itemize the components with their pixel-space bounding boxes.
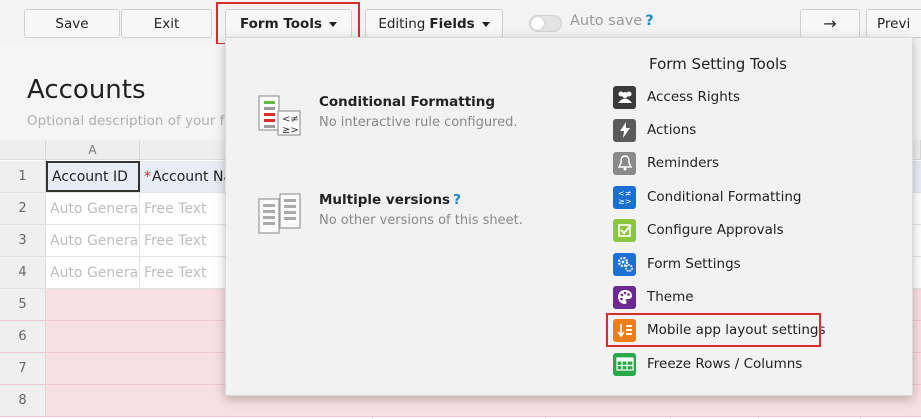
page-title[interactable]: Accounts — [27, 75, 146, 105]
table-cell[interactable]: Free Text — [140, 193, 230, 224]
tool-conditional-formatting[interactable]: <≠ ≥> Conditional Formatting — [611, 183, 821, 211]
table-cell[interactable]: Auto Generat — [46, 257, 140, 288]
row-number[interactable]: 8 — [0, 385, 46, 416]
row-number[interactable]: 7 — [0, 353, 46, 384]
feature-description: No interactive rule configured. — [319, 115, 518, 130]
row-number[interactable]: 2 — [0, 193, 46, 224]
corner-header — [0, 140, 46, 160]
tools-section-title: Form Setting Tools — [649, 55, 787, 73]
feature-name: Conditional Formatting — [319, 94, 496, 110]
row-number[interactable]: 5 — [0, 289, 46, 320]
required-marker: * — [144, 168, 151, 185]
row-number[interactable]: 1 — [0, 161, 46, 192]
preview-button[interactable]: Previ — [866, 9, 921, 38]
tool-reminders[interactable]: Reminders — [611, 149, 821, 177]
autosave-text: Auto save — [570, 13, 643, 29]
tool-label: Reminders — [647, 155, 719, 171]
tool-configure-approvals[interactable]: Configure Approvals — [611, 216, 821, 244]
editing-prefix: Editing — [378, 15, 426, 32]
gears-icon — [613, 252, 636, 276]
conditional-icon: <≠ ≥> — [613, 185, 636, 209]
feature-multiple-versions[interactable]: Multiple versions? No other versions of … — [256, 191, 586, 251]
tool-form-settings[interactable]: Form Settings — [611, 250, 821, 278]
form-tools-label: Form Tools — [239, 15, 322, 32]
tool-theme[interactable]: Theme — [611, 283, 821, 311]
toggle-knob — [531, 17, 544, 30]
tool-label: Actions — [647, 122, 697, 138]
form-tools-dropdown: <≠ ≥> Conditional Formatting No interact… — [225, 37, 913, 396]
mobile-layout-icon — [613, 318, 636, 342]
cell-account-id[interactable]: Account ID — [46, 161, 140, 192]
conditional-formatting-doc-icon: <≠ ≥> — [258, 95, 301, 136]
tool-actions[interactable]: Actions — [611, 116, 821, 144]
feature-conditional-formatting[interactable]: <≠ ≥> Conditional Formatting No interact… — [256, 93, 586, 153]
row-number[interactable]: 3 — [0, 225, 46, 256]
row-number[interactable]: 4 — [0, 257, 46, 288]
editing-bold: Fields — [429, 15, 475, 32]
palette-icon — [613, 285, 636, 309]
autosave-toggle[interactable] — [529, 15, 562, 32]
caret-down-icon — [481, 22, 490, 27]
exit-button[interactable]: Exit — [121, 9, 212, 38]
row-number[interactable]: 6 — [0, 321, 46, 352]
tool-label: Mobile app layout settings — [647, 322, 826, 338]
lightning-icon — [613, 118, 636, 142]
page-description[interactable]: Optional description of your fo — [27, 113, 233, 129]
help-icon[interactable]: ? — [453, 192, 461, 208]
table-cell[interactable]: Auto Generat — [46, 225, 140, 256]
column-header-a[interactable]: A — [46, 140, 140, 160]
editing-fields-button[interactable]: Editing Fields — [365, 9, 503, 38]
table-cell[interactable]: Free Text — [140, 225, 230, 256]
table-cell[interactable]: Free Text — [140, 257, 230, 288]
check-icon — [613, 218, 636, 242]
svg-text:<≠: <≠ — [282, 114, 299, 125]
tool-label: Access Rights — [647, 89, 741, 105]
cell-text: Account Na — [152, 168, 230, 185]
feature-name: Multiple versions? — [319, 192, 461, 208]
cell-account-name[interactable]: * Account Na — [140, 161, 230, 192]
tool-label: Freeze Rows / Columns — [647, 356, 803, 372]
tool-mobile-app-layout[interactable]: Mobile app layout settings — [611, 316, 826, 344]
svg-text:≥>: ≥> — [282, 125, 299, 136]
tool-label: Configure Approvals — [647, 222, 784, 238]
svg-text:≥>: ≥> — [618, 197, 631, 205]
table-cell[interactable]: Auto Generat — [46, 193, 140, 224]
users-icon — [613, 85, 636, 109]
tool-freeze-rows-columns[interactable]: Freeze Rows / Columns — [611, 350, 821, 378]
tool-label: Theme — [647, 289, 694, 305]
feature-description: No other versions of this sheet. — [319, 213, 523, 228]
feature-name-text: Multiple versions — [319, 192, 451, 208]
autosave-label: Auto save? — [570, 13, 654, 29]
help-icon[interactable]: ? — [645, 13, 653, 29]
column-header-b[interactable] — [140, 140, 230, 160]
save-button[interactable]: Save — [24, 9, 120, 38]
tool-label: Form Settings — [647, 256, 741, 272]
grid-icon — [613, 352, 636, 376]
tool-access-rights[interactable]: Access Rights — [611, 83, 821, 111]
bell-icon — [613, 151, 636, 175]
form-tools-button[interactable]: Form Tools — [225, 9, 352, 38]
multiple-versions-doc-icon — [258, 193, 301, 234]
caret-down-icon — [329, 22, 337, 27]
arrow-right-button[interactable]: → — [800, 9, 860, 38]
tool-label: Conditional Formatting — [647, 189, 802, 205]
